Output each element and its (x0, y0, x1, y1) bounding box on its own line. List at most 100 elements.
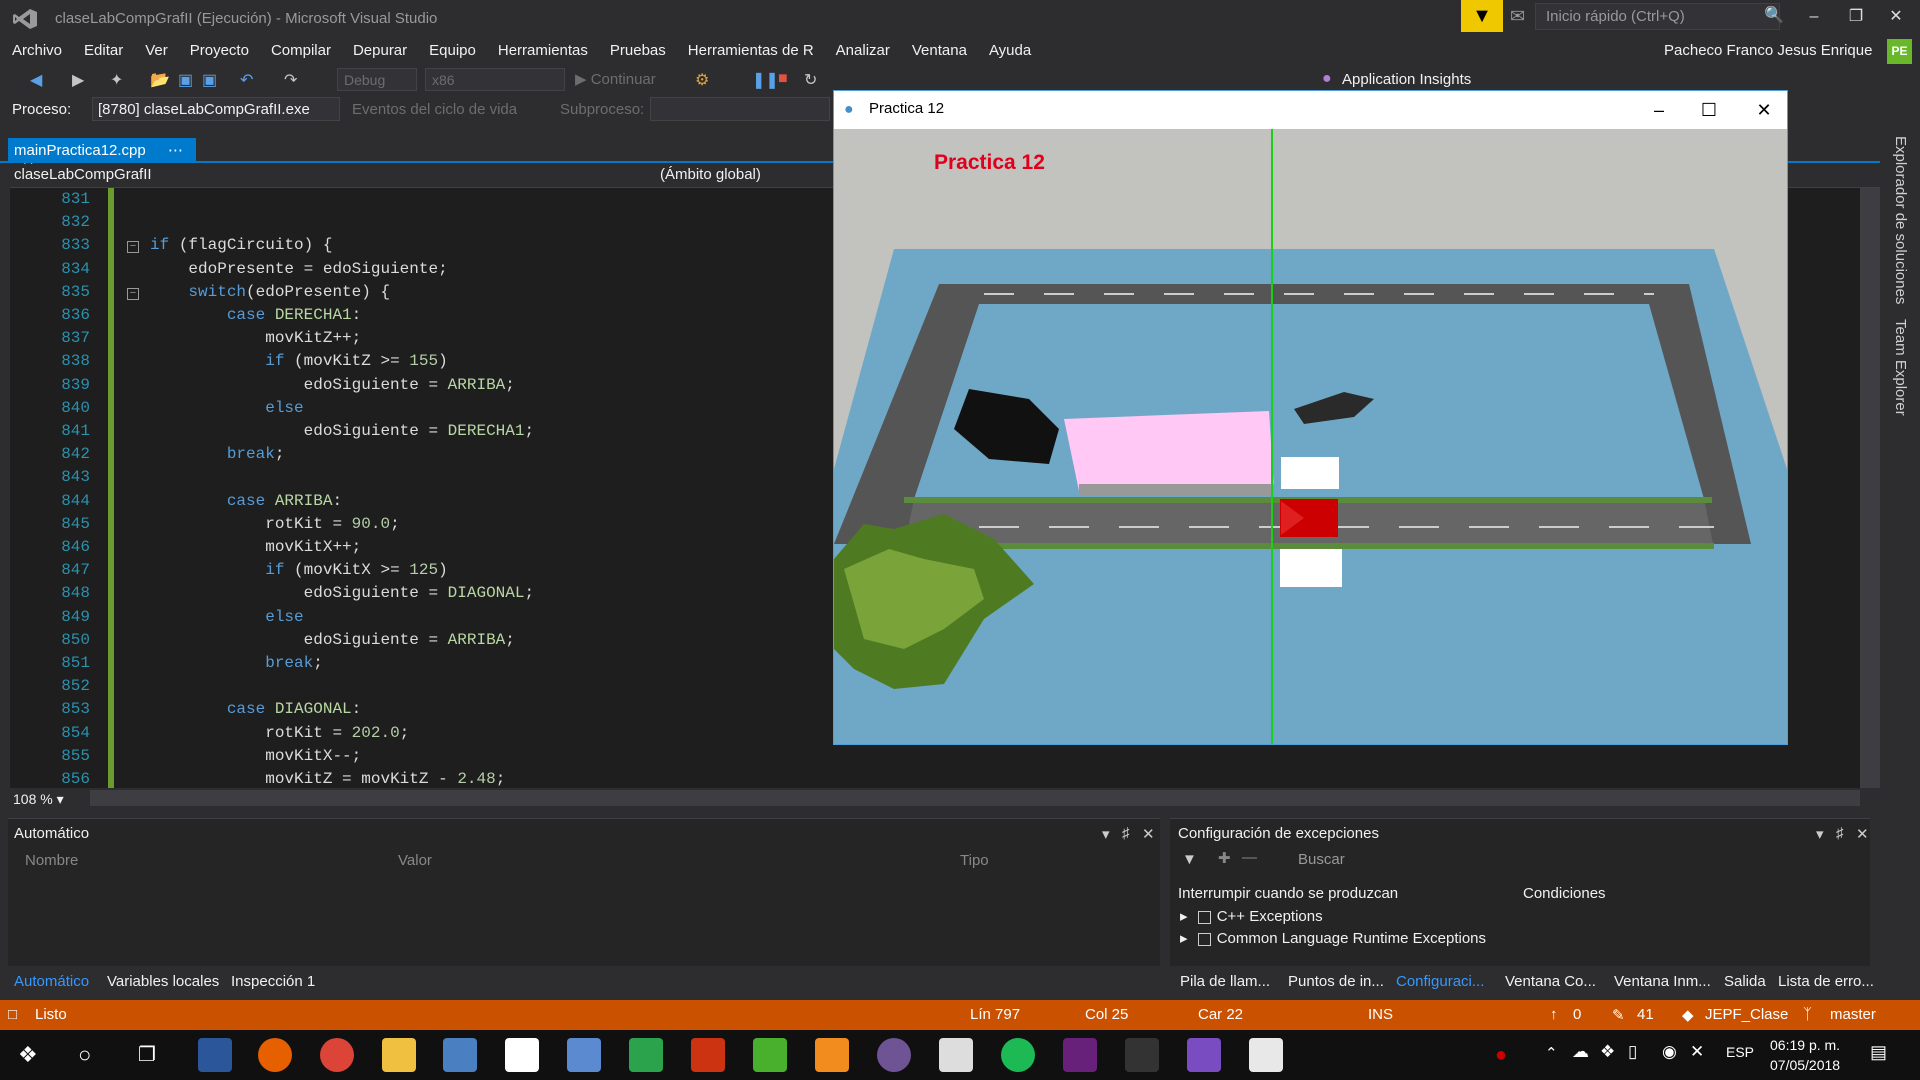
menu-ventana[interactable]: Ventana (912, 38, 967, 59)
dropdown-icon[interactable]: ▾ (1816, 825, 1824, 843)
practica12-window[interactable]: ● Practica 12 – ☐ ✕ Practica 12 (833, 90, 1788, 745)
checkbox[interactable] (1197, 932, 1211, 946)
wifi-icon[interactable]: ◉ (1662, 1042, 1677, 1062)
menu-depurar[interactable]: Depurar (353, 38, 407, 59)
thread-select[interactable] (650, 97, 830, 121)
remove-icon[interactable]: — (1242, 849, 1257, 866)
code-line[interactable]: switch(edoPresente) { (150, 283, 390, 301)
solution-explorer-tab[interactable]: Explorador de soluciones (1892, 136, 1909, 304)
code-line[interactable]: if (flagCircuito) { (150, 236, 332, 254)
process-icon[interactable]: ⚙ (695, 70, 709, 90)
project-icon[interactable] (629, 1038, 663, 1072)
gl-maximize-button[interactable]: ☐ (1689, 97, 1729, 123)
continue-button[interactable]: ▶ Continuar (575, 70, 656, 88)
code-line[interactable]: else (150, 399, 303, 417)
gl-close-button[interactable]: ✕ (1744, 97, 1784, 123)
pause-icon[interactable]: ❚❚ (752, 70, 779, 90)
add-icon[interactable]: ✚ (1218, 849, 1231, 867)
exception-row-cpp[interactable]: ▸ C++ Exceptions (1180, 907, 1323, 925)
stop-icon[interactable]: ■ (778, 70, 788, 88)
config-select[interactable]: Debug (337, 68, 417, 91)
menu-archivo[interactable]: Archivo (12, 38, 62, 59)
app-icon[interactable] (753, 1038, 787, 1072)
code-line[interactable]: if (movKitZ >= 155) (150, 352, 447, 370)
word-icon[interactable] (198, 1038, 232, 1072)
user-name[interactable]: Pacheco Franco Jesus Enrique (1664, 42, 1872, 59)
lifecycle-events-button[interactable]: Eventos del ciclo de vida (352, 101, 517, 118)
col-interrumpir[interactable]: Interrumpir cuando se produzcan (1178, 885, 1398, 902)
code-line[interactable]: edoSiguiente = DERECHA1; (150, 422, 534, 440)
exception-search-input[interactable]: Buscar (1298, 851, 1858, 873)
app-icon[interactable] (1187, 1038, 1221, 1072)
app-icon[interactable] (939, 1038, 973, 1072)
app-icon[interactable] (567, 1038, 601, 1072)
search-icon[interactable]: 🔍 (1764, 5, 1784, 25)
code-line[interactable]: break; (150, 445, 285, 463)
redo-icon[interactable]: ↷ (284, 70, 297, 90)
zoom-select[interactable]: 108 % ▾ (10, 788, 82, 810)
menu-pruebas[interactable]: Pruebas (610, 38, 666, 59)
tab-variables-locales[interactable]: Variables locales (107, 973, 219, 990)
menu-herramientas[interactable]: Herramientas (498, 38, 588, 59)
menu-ver[interactable]: Ver (145, 38, 168, 59)
fold-toggle-icon[interactable]: − (127, 241, 139, 254)
back-icon[interactable]: ◀ (30, 70, 42, 90)
code-line[interactable]: else (150, 608, 303, 626)
exception-row-clr[interactable]: ▸ Common Language Runtime Exceptions (1180, 929, 1486, 947)
battery-icon[interactable]: ▯ (1628, 1042, 1637, 1062)
lightbulb-icon[interactable]: ● (1322, 70, 1332, 88)
language-indicator[interactable]: ESP (1726, 1044, 1754, 1060)
code-line[interactable]: rotKit = 90.0; (150, 515, 399, 533)
tab-command-window[interactable]: Ventana Co... (1505, 973, 1596, 990)
col-valor[interactable]: Valor (398, 852, 432, 869)
menu-compilar[interactable]: Compilar (271, 38, 331, 59)
project-dropdown[interactable]: claseLabCompGrafII (14, 166, 152, 183)
visual-studio-icon[interactable] (1063, 1038, 1097, 1072)
status-push-count[interactable]: 0 (1573, 1006, 1581, 1023)
sublime-icon[interactable] (815, 1038, 849, 1072)
tab-output[interactable]: Salida (1724, 973, 1766, 990)
code-line[interactable]: movKitZ++; (150, 329, 361, 347)
feedback-icon[interactable]: ✉ (1510, 6, 1525, 27)
vertical-scrollbar[interactable] (1860, 188, 1880, 788)
pin-icon[interactable]: ⋯ (168, 142, 183, 159)
scope-dropdown[interactable]: (Ámbito global) (660, 166, 761, 183)
code-line[interactable]: edoSiguiente = DIAGONAL; (150, 584, 534, 602)
close-button[interactable]: ✕ (1878, 4, 1914, 30)
menu-editar[interactable]: Editar (84, 38, 123, 59)
chrome-icon[interactable] (320, 1038, 354, 1072)
close-panel-icon[interactable]: ✕ (1142, 825, 1155, 843)
fold-toggle-icon[interactable]: − (127, 287, 139, 300)
tab-breakpoints[interactable]: Puntos de in... (1288, 973, 1384, 990)
branch-icon[interactable]: ᛉ (1803, 1006, 1812, 1023)
tab-exception-settings[interactable]: Configuraci... (1396, 973, 1484, 990)
restore-button[interactable]: ❐ (1838, 4, 1874, 30)
practica12-title-bar[interactable]: ● Practica 12 – ☐ ✕ (834, 91, 1787, 129)
code-line[interactable]: movKitZ = movKitZ - 2.48; (150, 770, 505, 788)
push-icon[interactable]: ↑ (1550, 1006, 1558, 1023)
close-panel-icon[interactable]: ✕ (1856, 825, 1869, 843)
dropbox-icon[interactable]: ❖ (1600, 1042, 1615, 1062)
status-branch[interactable]: master (1830, 1006, 1876, 1023)
process-select[interactable]: [8780] claseLabCompGrafII.exe (92, 97, 340, 121)
open-file-icon[interactable]: 📂 (150, 70, 170, 90)
code-line[interactable]: rotKit = 202.0; (150, 724, 409, 742)
gl-minimize-button[interactable]: – (1639, 97, 1679, 123)
col-condiciones[interactable]: Condiciones (1523, 885, 1606, 902)
menu-proyecto[interactable]: Proyecto (190, 38, 249, 59)
opengl-viewport[interactable]: Practica 12 (834, 129, 1787, 744)
code-lines[interactable]: 831 832 833 if (flagCircuito) {834 edoPrese… (10, 188, 830, 788)
task-view-icon[interactable]: ❐ (138, 1042, 156, 1067)
tab-inspeccion[interactable]: Inspección 1 (231, 973, 315, 990)
code-line[interactable]: edoSiguiente = ARRIBA; (150, 631, 515, 649)
notifications-filter-icon[interactable]: ▼ (1461, 0, 1503, 32)
undo-icon[interactable]: ↶ (240, 70, 253, 90)
menu-equipo[interactable]: Equipo (429, 38, 476, 59)
minimize-button[interactable]: – (1796, 4, 1832, 30)
tab-automatico[interactable]: Automático (14, 973, 89, 990)
app-icon[interactable] (691, 1038, 725, 1072)
status-edit-count[interactable]: 41 (1637, 1006, 1654, 1023)
virtualbox-icon[interactable] (443, 1038, 477, 1072)
application-insights-button[interactable]: Application Insights (1342, 71, 1471, 88)
restart-icon[interactable]: ↻ (804, 70, 817, 90)
